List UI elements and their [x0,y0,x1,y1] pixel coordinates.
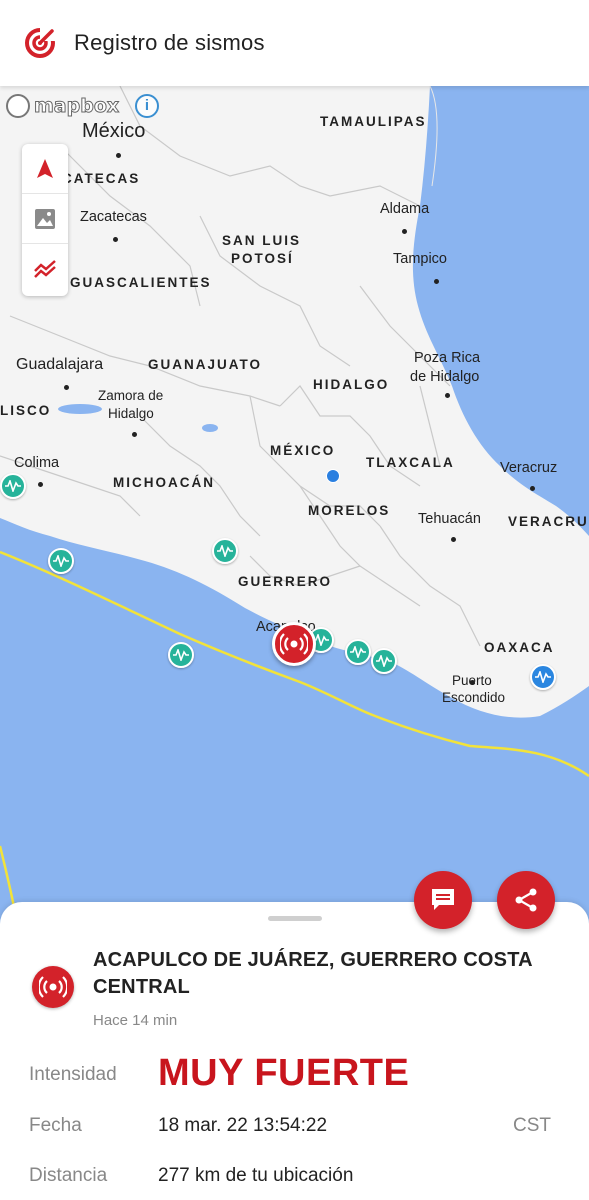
state-label: LISCO [0,403,52,418]
quake-time-ago: Hace 14 min [93,1012,178,1029]
city-label: Guadalajara [16,356,104,373]
city-dot [402,222,407,239]
quake-marker[interactable] [48,548,74,574]
faults-icon [34,260,56,278]
seismic-wave-icon [217,545,233,557]
date-label: Fecha [29,1115,82,1136]
image-layers-icon [35,208,55,229]
comment-icon [432,889,454,910]
city-dot [64,378,69,395]
city-dot [530,479,535,496]
quake-marker[interactable] [371,648,397,674]
seismic-wave-icon [5,480,21,492]
mapbox-attribution: mapbox [6,94,120,118]
timezone: CST [513,1115,551,1136]
app-bar: Registro de sismos [0,0,589,86]
mapbox-logo-icon [6,94,30,118]
date-value: 18 mar. 22 13:54:22 [158,1115,328,1136]
city-label: Hidalgo [108,406,154,421]
seismic-wave-icon [535,671,551,683]
city-dot [451,530,456,547]
share-button[interactable] [497,871,555,929]
seismic-wave-icon [173,649,189,661]
city-label: Poza Rica [414,350,481,366]
app-title: Registro de sismos [74,30,265,55]
seismic-wave-icon [376,655,392,667]
compass-button[interactable] [22,144,68,194]
sheet-drag-handle[interactable] [268,916,322,921]
state-label: SAN LUIS [222,233,302,248]
city-dot [38,475,43,492]
broadcast-icon [39,976,67,998]
broadcast-icon [280,633,308,655]
state-label: GUASCALIENTES [70,275,212,290]
quake-marker[interactable] [0,473,26,499]
city-label: Colima [14,455,60,471]
quake-detail-sheet[interactable]: ACAPULCO DE JUÁREZ, GUERRERO COSTA CENTR… [0,902,589,1200]
map-view[interactable]: mapbox i México TAMAULIPAS CATECAS Zacat… [0,86,589,926]
state-label: TLAXCALA [366,455,455,470]
state-label: POTOSÍ [231,251,294,266]
quake-marker[interactable] [530,664,556,690]
city-dot [132,425,137,442]
city-label: Zacatecas [80,209,147,225]
state-label: CATECAS [62,171,141,186]
intensity-label: Intensidad [29,1064,117,1085]
quake-location: ACAPULCO DE JUÁREZ, GUERRERO COSTA CENTR… [93,949,533,998]
city-label: Aldama [380,201,430,217]
state-label: VERACRU [508,514,589,529]
state-label: GUERRERO [238,574,333,589]
faults-button[interactable] [22,244,68,294]
state-label: MORELOS [308,503,391,518]
layers-button[interactable] [22,194,68,244]
city-dot [116,146,121,163]
state-label: OAXACA [484,640,555,655]
state-label: MÉXICO [270,443,336,458]
city-label: Escondido [442,690,506,705]
state-label: HIDALGO [313,377,390,392]
state-label: MICHOACÁN [113,475,215,490]
intensity-value: MUY FUERTE [158,1052,410,1094]
city-label: Tehuacán [418,511,481,527]
city-label: de Hidalgo [410,369,480,385]
city-label: México [82,120,146,142]
quake-marker[interactable] [168,642,194,668]
compass-icon [37,158,53,178]
seismograph-logo-icon [25,27,56,58]
distance-label: Distancia [29,1165,108,1186]
state-label: GUANAJUATO [148,357,263,372]
city-dot [434,272,439,289]
city-dot [470,673,475,690]
city-label: Veracruz [500,460,558,476]
map-controls [22,144,68,296]
info-icon[interactable]: i [135,94,159,118]
user-location-dot [326,469,340,483]
city-label: Zamora de [98,388,164,403]
seismic-wave-icon [53,555,69,567]
quake-broadcast-badge [32,966,74,1008]
distance-value: 277 km de tu ubicación [158,1165,354,1186]
quake-marker[interactable] [212,538,238,564]
city-dot [113,230,118,247]
quake-marker[interactable] [345,639,371,665]
city-label: Tampico [393,251,447,267]
share-icon [515,888,537,912]
seismic-wave-icon [350,646,366,658]
state-label: TAMAULIPAS [320,114,427,129]
comment-button[interactable] [414,871,472,929]
selected-quake-marker[interactable] [272,622,316,666]
city-dot [445,386,450,403]
